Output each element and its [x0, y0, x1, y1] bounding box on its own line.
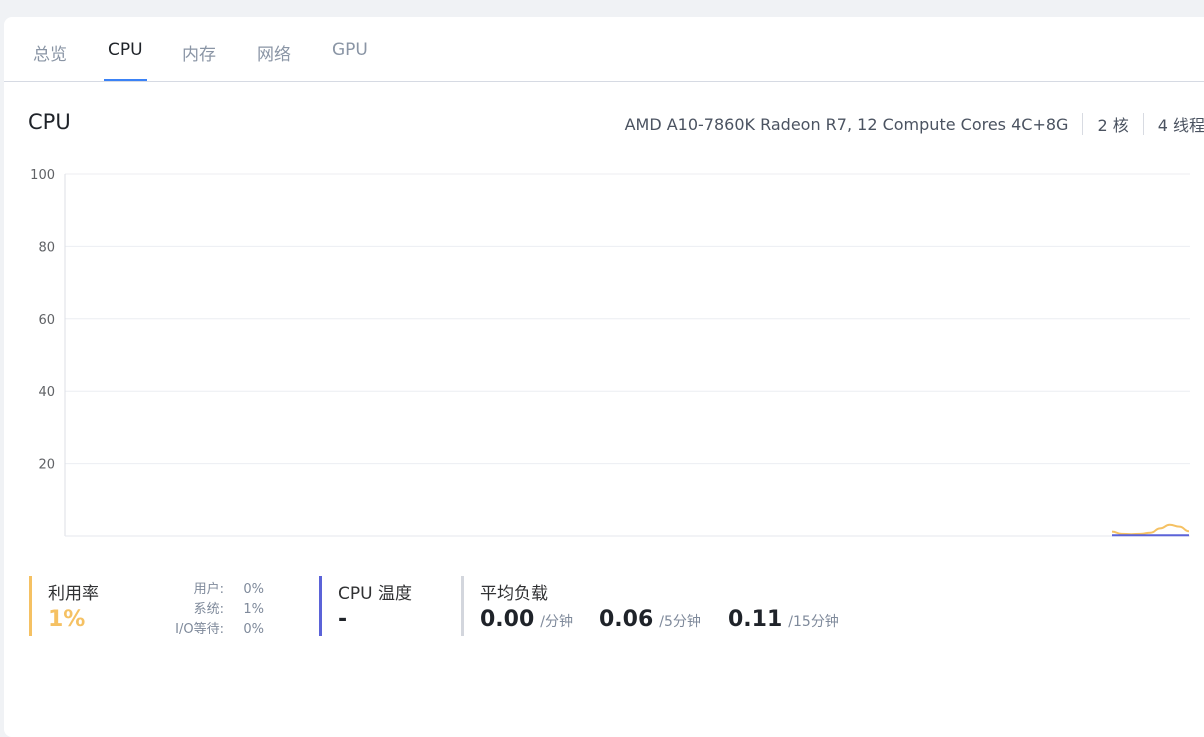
y-tick-label: 60 — [38, 313, 55, 328]
tab-gpu[interactable]: GPU — [332, 40, 368, 60]
divider — [1142, 113, 1144, 135]
tab-bar: 总览 CPU 内存 网络 GPU — [4, 17, 1204, 82]
temperature-accent-bar — [319, 576, 322, 636]
load-15min-value: 0.11 — [728, 607, 783, 632]
utilization-accent-bar — [29, 576, 32, 636]
utilization-block: 利用率 1% 用户: 0% 系统: 1% I/O等待: 0% — [29, 576, 289, 637]
y-tick-label: 40 — [38, 385, 55, 400]
system-usage-label: 系统: — [193, 602, 224, 617]
user-usage-row: 用户: 0% — [164, 578, 264, 597]
cpu-usage-chart: 100 80 60 40 20 — [30, 168, 1190, 537]
cpu-info: AMD A10-7860K Radeon R7, 12 Compute Core… — [625, 113, 1204, 135]
temperature-label: CPU 温度 — [338, 584, 412, 604]
stats-row: 利用率 1% 用户: 0% 系统: 1% I/O等待: 0% CPU 温度 - 平均负… — [4, 576, 1204, 640]
cpu-threads: 4 线程 — [1157, 116, 1204, 135]
load-1min: 0.00/分钟 — [480, 607, 573, 632]
y-tick-label: 80 — [38, 240, 55, 255]
y-tick-label: 100 — [30, 168, 55, 183]
tab-overview[interactable]: 总览 — [33, 40, 67, 65]
load-15min-unit: /15分钟 — [788, 614, 839, 630]
utilization-value: 1% — [48, 607, 86, 632]
utilization-label: 利用率 — [48, 584, 99, 604]
load-5min-value: 0.06 — [599, 607, 654, 632]
temperature-value: - — [338, 607, 348, 632]
load-average-block: 平均负载 0.00/分钟 0.06/5分钟 0.11/15分钟 — [461, 576, 881, 636]
iowait-usage-label: I/O等待: — [175, 622, 224, 637]
cpu-card: 总览 CPU 内存 网络 GPU CPU AMD A10-7860K Radeo… — [4, 17, 1204, 737]
load-15min: 0.11/15分钟 — [728, 607, 839, 632]
system-usage-row: 系统: 1% — [164, 598, 264, 617]
temperature-block: CPU 温度 - — [319, 576, 449, 636]
load-5min-unit: /5分钟 — [659, 614, 701, 630]
load-5min: 0.06/5分钟 — [599, 607, 701, 632]
user-usage-value: 0% — [243, 582, 264, 597]
active-tab-indicator — [104, 79, 147, 81]
series-line-0 — [1111, 523, 1190, 536]
tab-memory[interactable]: 内存 — [182, 40, 216, 65]
divider — [1082, 113, 1084, 135]
tab-network[interactable]: 网络 — [257, 40, 291, 65]
page-title: CPU — [28, 110, 71, 134]
cpu-model: AMD A10-7860K Radeon R7, 12 Compute Core… — [624, 114, 1069, 134]
load-1min-unit: /分钟 — [540, 614, 573, 630]
load-1min-value: 0.00 — [480, 607, 535, 632]
cpu-cores: 2 核 — [1097, 116, 1129, 135]
tab-cpu[interactable]: CPU — [108, 40, 143, 60]
load-average-label: 平均负载 — [480, 584, 548, 604]
y-tick-label: 20 — [38, 458, 55, 473]
system-usage-value: 1% — [243, 602, 264, 617]
iowait-usage-value: 0% — [243, 622, 264, 637]
user-usage-label: 用户: — [193, 582, 224, 597]
load-accent-bar — [461, 576, 464, 636]
iowait-usage-row: I/O等待: 0% — [164, 618, 264, 637]
